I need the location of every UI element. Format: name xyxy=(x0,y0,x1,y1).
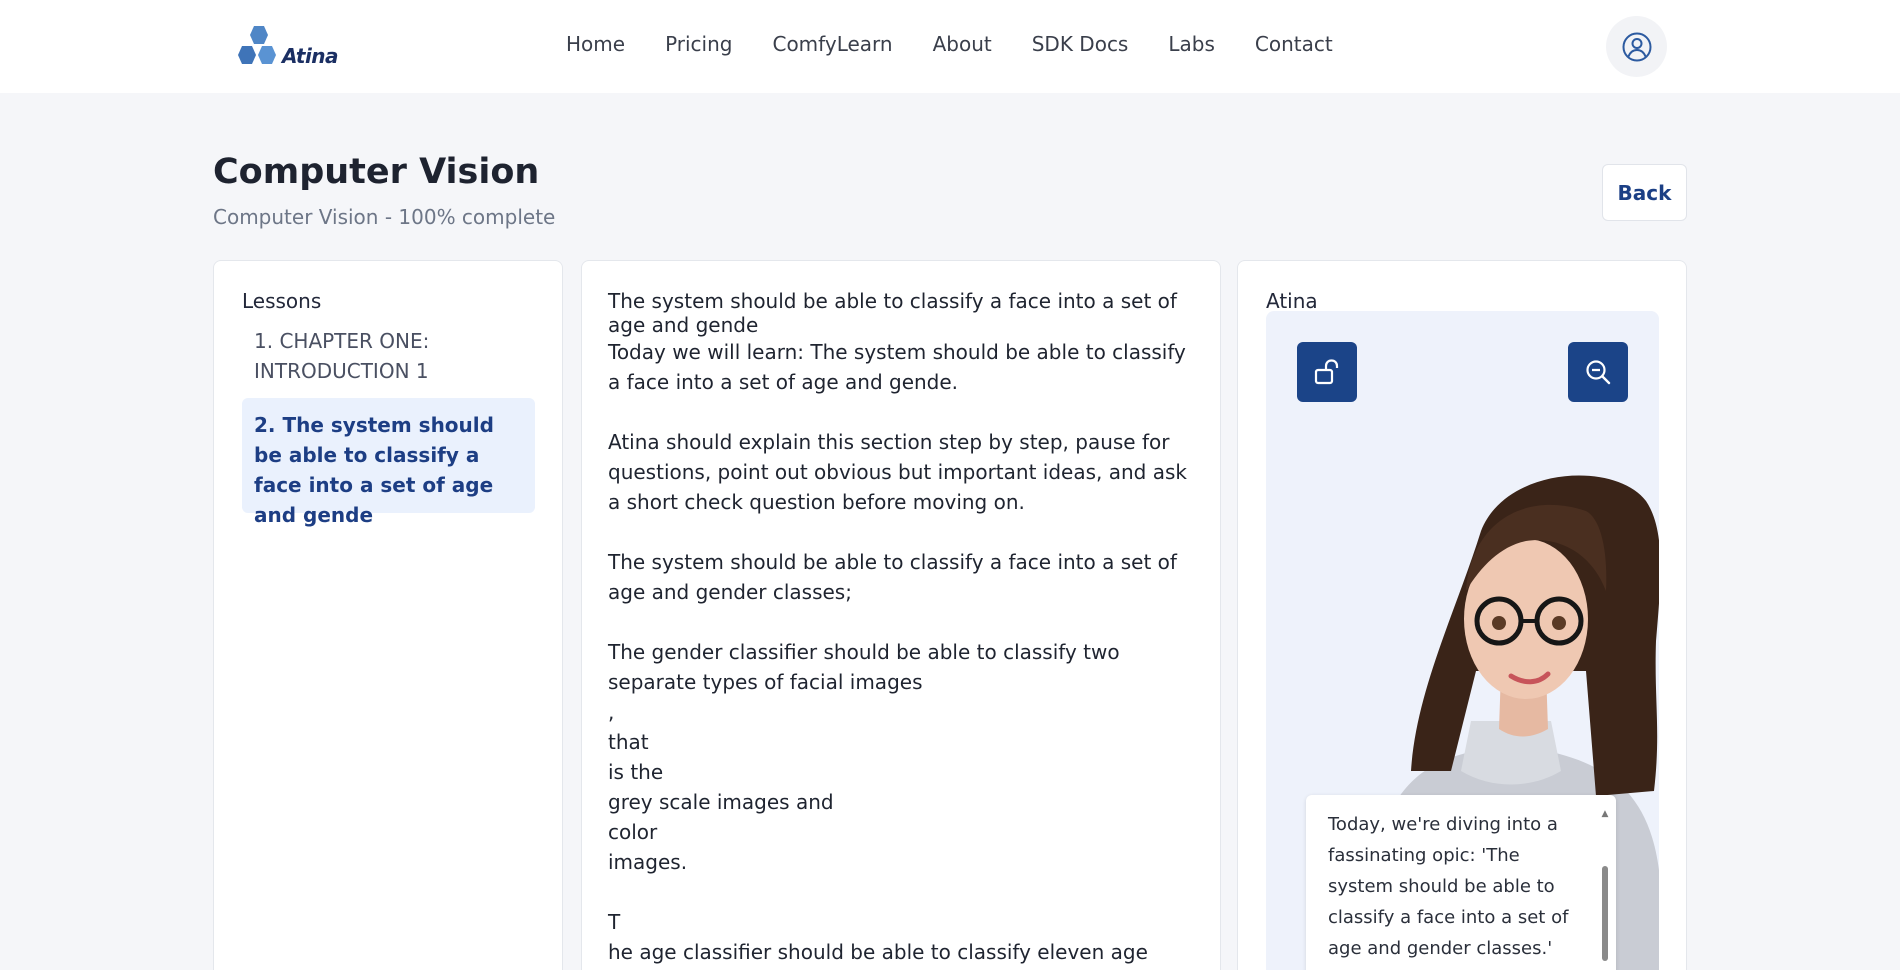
tutor-panel: Atina Today, we're diving into a fassina… xyxy=(1237,260,1687,970)
lessons-panel: Lessons 1. CHAPTER ONE: INTRODUCTION 1 2… xyxy=(213,260,563,970)
scrollbar-thumb[interactable] xyxy=(1602,866,1608,961)
tutor-name-label: Atina xyxy=(1266,289,1318,313)
lesson-heading: The system should be able to classify a … xyxy=(608,289,1177,337)
lesson-item[interactable]: 1. CHAPTER ONE: INTRODUCTION 1 xyxy=(242,326,535,386)
nav-item-home[interactable]: Home xyxy=(566,32,625,56)
tutor-speech-bubble[interactable]: Today, we're diving into a fassinating o… xyxy=(1306,795,1616,970)
nav-item-sdk-docs[interactable]: SDK Docs xyxy=(1032,32,1129,56)
logo-hexagons-icon xyxy=(238,26,276,64)
user-circle-icon xyxy=(1622,32,1651,61)
user-avatar-button[interactable] xyxy=(1606,16,1667,77)
top-navigation-bar: Atina Home Pricing ComfyLearn About SDK … xyxy=(0,0,1900,93)
nav-item-contact[interactable]: Contact xyxy=(1255,32,1333,56)
nav-item-comfylearn[interactable]: ComfyLearn xyxy=(772,32,892,56)
brand-logo[interactable]: Atina xyxy=(234,24,344,70)
speech-scrollbar[interactable]: ▲ ▼ xyxy=(1600,809,1610,970)
back-button[interactable]: Back xyxy=(1602,164,1687,221)
zoom-out-icon xyxy=(1586,360,1611,385)
page-title: Computer Vision xyxy=(213,152,540,192)
lessons-heading: Lessons xyxy=(242,289,322,313)
tutor-speech-text: Today, we're diving into a fassinating o… xyxy=(1328,814,1569,959)
brand-name: Atina xyxy=(282,44,339,68)
nav-item-labs[interactable]: Labs xyxy=(1168,32,1215,56)
main-nav: Home Pricing ComfyLearn About SDK Docs L… xyxy=(566,32,1373,56)
lesson-item-active[interactable]: 2. The system should be able to classify… xyxy=(242,398,535,527)
lesson-body-text: Today we will learn: The system should b… xyxy=(608,340,1187,964)
scroll-up-arrow-icon[interactable]: ▲ xyxy=(1600,809,1610,819)
tutor-avatar-stage: Today, we're diving into a fassinating o… xyxy=(1266,311,1659,970)
unlock-icon xyxy=(1314,359,1339,385)
unlock-view-button[interactable] xyxy=(1297,342,1357,402)
nav-item-about[interactable]: About xyxy=(933,32,992,56)
nav-item-pricing[interactable]: Pricing xyxy=(665,32,732,56)
zoom-out-button[interactable] xyxy=(1568,342,1628,402)
lesson-content-panel: The system should be able to classify a … xyxy=(581,260,1221,970)
course-progress-subtitle: Computer Vision - 100% complete xyxy=(213,205,556,229)
